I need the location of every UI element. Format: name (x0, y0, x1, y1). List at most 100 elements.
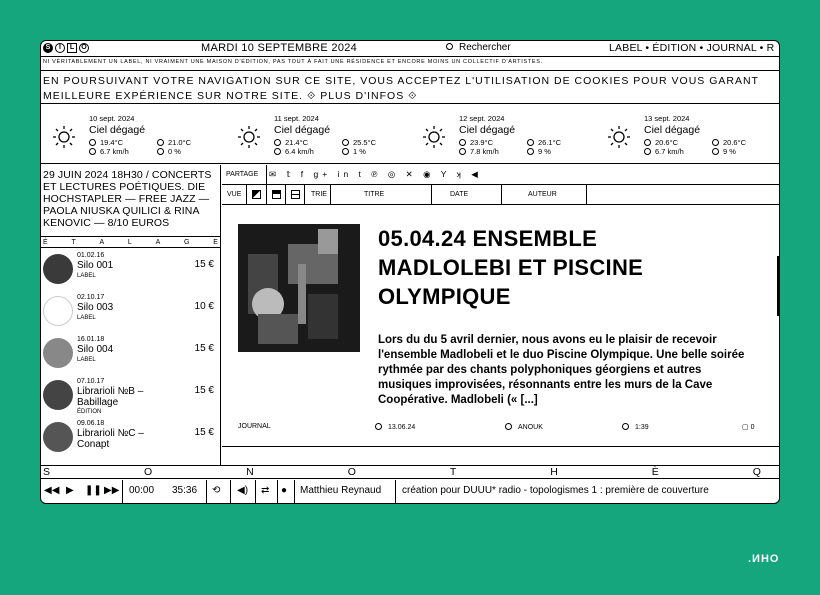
weather-wind: 6.7 km/h (644, 147, 684, 156)
sort-label: TRIE (311, 191, 327, 198)
site-logo[interactable]: S I L O (43, 43, 89, 53)
product-thumbnail[interactable] (43, 380, 73, 410)
thermometer-low-icon (459, 139, 466, 146)
product-item[interactable]: 09.06.18 Librarioli №C – Conapt 15 € (41, 416, 220, 458)
view-list-icon[interactable] (272, 190, 281, 199)
divider (294, 480, 295, 503)
shuffle-icon[interactable]: ⇄ (261, 485, 269, 496)
divider (246, 185, 247, 205)
thermometer-high-icon (712, 139, 719, 146)
thermometer-high-icon (527, 139, 534, 146)
sonoteque-letter: O (347, 466, 356, 478)
article-comments[interactable]: ▢ 0 (742, 423, 754, 431)
user-icon (505, 423, 512, 430)
weather-min: 20.6°C (644, 138, 678, 147)
article-read-time-text: 1:39 (635, 424, 649, 431)
loop-icon[interactable]: ⟲ (212, 485, 220, 496)
product-item[interactable]: 16.01.18 Silo 004 LABEL 15 € (41, 332, 220, 374)
divider (277, 480, 278, 503)
play-icon[interactable]: ▶ (66, 485, 74, 496)
weather-rain-value: 9 % (723, 147, 736, 156)
product-item[interactable]: 01.02.16 Silo 001 LABEL 15 € (41, 248, 220, 290)
weather-min-value: 20.6°C (655, 138, 679, 147)
product-title[interactable]: Silo 004 (77, 344, 177, 355)
weather-min: 21.4°C (274, 138, 308, 147)
left-column: 29 JUIN 2024 18H30 / CONCERTS ET LECTURE… (41, 165, 221, 465)
weather-strip: 10 sept. 2024 Ciel dégagé 19.4°C 21.0°C … (41, 104, 779, 164)
sort-author-button[interactable]: AUTEUR (528, 191, 557, 198)
product-date: 07.10.17 (77, 378, 105, 385)
product-thumbnail[interactable] (43, 296, 73, 326)
view-grid-icon[interactable] (252, 190, 261, 199)
etalage-letter: A (155, 239, 161, 246)
more-info-link[interactable]: PLUS D'INFOS (320, 90, 404, 102)
divider (304, 185, 305, 205)
product-price: 15 € (194, 427, 214, 438)
wind-icon (644, 148, 651, 155)
sonoteque-letter: O (143, 466, 153, 478)
divider (586, 185, 587, 205)
divider (285, 185, 286, 205)
sonoteque-letter: È (651, 466, 659, 478)
main-nav[interactable]: LABEL • ÉDITION • JOURNAL • R (609, 42, 774, 54)
scrollbar[interactable] (777, 256, 779, 316)
product-price: 15 € (194, 343, 214, 354)
share-bar: PARTAGE ✉ 𝕥 f g+ in t ℗ ◎ ✕ ◉ Y ʞ ◀ (222, 165, 779, 185)
product-item[interactable]: 02.10.17 Silo 003 LABEL 10 € (41, 290, 220, 332)
product-title[interactable]: Silo 001 (77, 260, 177, 271)
product-title[interactable]: Librarioli №C – Conapt (77, 428, 177, 450)
article-photo[interactable] (238, 224, 360, 352)
divider (431, 185, 432, 205)
article-author[interactable]: ANOUK (505, 423, 543, 431)
product-thumbnail[interactable] (43, 422, 73, 452)
article-title[interactable]: 05.04.24 ENSEMBLE MADLOLEBI ET PISCINE O… (378, 224, 648, 311)
comment-icon: ▢ (742, 424, 751, 431)
cookie-text-line2-row: MEILLEURE EXPÉRIENCE SUR NOTRE SITE. ⟐ P… (43, 89, 779, 103)
weather-condition: Ciel dégagé (274, 124, 331, 136)
weather-wind-value: 6.7 km/h (655, 147, 684, 156)
weather-min-value: 21.4°C (285, 138, 309, 147)
sort-bar: VUE TRIE TITRE DATE AUTEUR (222, 185, 779, 205)
next-icon[interactable]: ▶▶ (104, 485, 119, 496)
weather-rain: 0 % (157, 147, 181, 156)
event-announcement[interactable]: 29 JUIN 2024 18H30 / CONCERTS ET LECTURE… (41, 165, 220, 237)
product-title[interactable]: Silo 003 (77, 302, 177, 313)
divider (206, 480, 207, 503)
sort-title-button[interactable]: TITRE (364, 191, 384, 198)
record-icon[interactable]: ● (281, 485, 287, 496)
divider (222, 446, 779, 447)
sonoteque-letter: T (449, 466, 457, 478)
weather-max: 21.0°C (157, 138, 191, 147)
share-icons[interactable]: ✉ 𝕥 f g+ in t ℗ ◎ ✕ ◉ Y ʞ ◀ (269, 169, 482, 180)
etalage-letter: É (43, 239, 48, 246)
weather-min-value: 19.4°C (100, 138, 124, 147)
article-category[interactable]: JOURNAL (238, 423, 271, 430)
thermometer-low-icon (274, 139, 281, 146)
product-thumbnail[interactable] (43, 338, 73, 368)
weather-min-value: 23.9°C (470, 138, 494, 147)
weather-date: 10 sept. 2024 (89, 114, 135, 123)
sonoteque-header: SONOTHÈQ (41, 465, 779, 479)
weather-wind: 6.4 km/h (274, 147, 314, 156)
weather-wind-value: 6.4 km/h (285, 147, 314, 156)
product-thumbnail[interactable] (43, 254, 73, 284)
product-kind: LABEL (77, 273, 96, 279)
sort-date-button[interactable]: DATE (450, 191, 468, 198)
wind-icon (459, 148, 466, 155)
weather-min: 19.4°C (89, 138, 123, 147)
article-card[interactable]: 05.04.24 ENSEMBLE MADLOLEBI ET PISCINE O… (222, 206, 779, 466)
weather-max: 25.5°C (342, 138, 376, 147)
weather-rain: 9 % (527, 147, 551, 156)
product-title[interactable]: Librarioli №B – Babillage (77, 386, 177, 408)
search-button[interactable]: Rechercher (446, 42, 511, 53)
weather-max: 26.1°C (527, 138, 561, 147)
view-compact-icon[interactable] (291, 190, 300, 199)
product-item[interactable]: 07.10.17 Librarioli №B – Babillage ÉDITI… (41, 374, 220, 416)
product-date: 02.10.17 (77, 294, 105, 301)
volume-icon[interactable]: ◀) (237, 485, 248, 496)
product-date: 16.01.18 (77, 336, 105, 343)
rain-icon (527, 148, 534, 155)
previous-icon[interactable]: ◀◀ (44, 485, 59, 496)
sun-icon (423, 126, 445, 148)
pause-icon[interactable]: ❚❚ (85, 485, 102, 496)
